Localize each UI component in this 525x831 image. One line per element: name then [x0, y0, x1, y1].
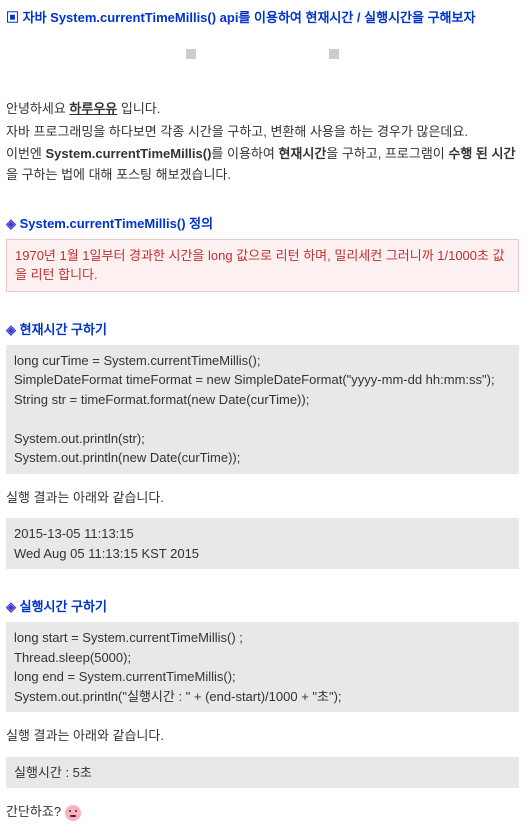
- diamond-icon: ◈: [6, 322, 20, 337]
- section-currenttime-head: ◈ 현재시간 구하기: [6, 320, 519, 341]
- section3-title: 실행시간 구하기: [20, 599, 107, 614]
- prev-arrow-icon[interactable]: [186, 49, 196, 59]
- code-block-currenttime: long curTime = System.currentTimeMillis(…: [6, 345, 519, 474]
- closing-text: 간단하죠?: [6, 804, 65, 819]
- section-exectime-head: ◈ 실행시간 구하기: [6, 597, 519, 618]
- section1-title: System.currentTimeMillis() 정의: [20, 216, 213, 231]
- intro-line2: 자바 프로그래밍을 하다보면 각종 시간을 구하고, 변환해 사용을 하는 경우…: [6, 122, 519, 143]
- greeting-post: 입니다.: [117, 101, 160, 116]
- closing-question: 간단하죠?: [6, 802, 519, 823]
- line3-bold3: 수행 된 시간: [448, 146, 515, 161]
- intro-block: 안녕하세요 하루우유 입니다. 자바 프로그래밍을 하다보면 각종 시간을 구하…: [6, 99, 519, 186]
- section-definition-head: ◈ System.currentTimeMillis() 정의: [6, 214, 519, 235]
- code-block-exectime: long start = System.currentTimeMillis() …: [6, 622, 519, 712]
- diamond-icon: ◈: [6, 599, 20, 614]
- result-block-exectime: 실행시간 : 5초: [6, 757, 519, 789]
- line3-mid2: 을 구하고, 프로그램이: [326, 146, 448, 161]
- result-block-currenttime: 2015-13-05 11:13:15 Wed Aug 05 11:13:15 …: [6, 518, 519, 569]
- nav-arrows: [6, 49, 519, 59]
- line3-mid1: 를 이용하여: [211, 146, 278, 161]
- definition-box: 1970년 1월 1일부터 경과한 시간을 long 값으로 리턴 하며, 밀리…: [6, 239, 519, 292]
- next-arrow-icon[interactable]: [329, 49, 339, 59]
- intro-line3: 이번엔 System.currentTimeMillis()를 이용하여 현재시…: [6, 144, 519, 186]
- smile-face-icon: [65, 805, 81, 821]
- diamond-icon: ◈: [6, 216, 20, 231]
- line3-pre: 이번엔: [6, 146, 46, 161]
- result-label-2: 실행 결과는 아래와 같습니다.: [6, 726, 519, 747]
- author-name: 하루우유: [69, 101, 117, 116]
- result-label-1: 실행 결과는 아래와 같습니다.: [6, 488, 519, 509]
- line3-bold2: 현재시간: [278, 146, 326, 161]
- page-title: ▣ 자바 System.currentTimeMillis() api를 이용하…: [6, 8, 519, 29]
- section2-title: 현재시간 구하기: [20, 322, 107, 337]
- intro-greeting: 안녕하세요 하루우유 입니다.: [6, 99, 519, 120]
- greeting-pre: 안녕하세요: [6, 101, 69, 116]
- line3-bold1: System.currentTimeMillis(): [46, 146, 212, 161]
- line3-post: 을 구하는 법에 대해 포스팅 해보겠습니다.: [6, 167, 231, 182]
